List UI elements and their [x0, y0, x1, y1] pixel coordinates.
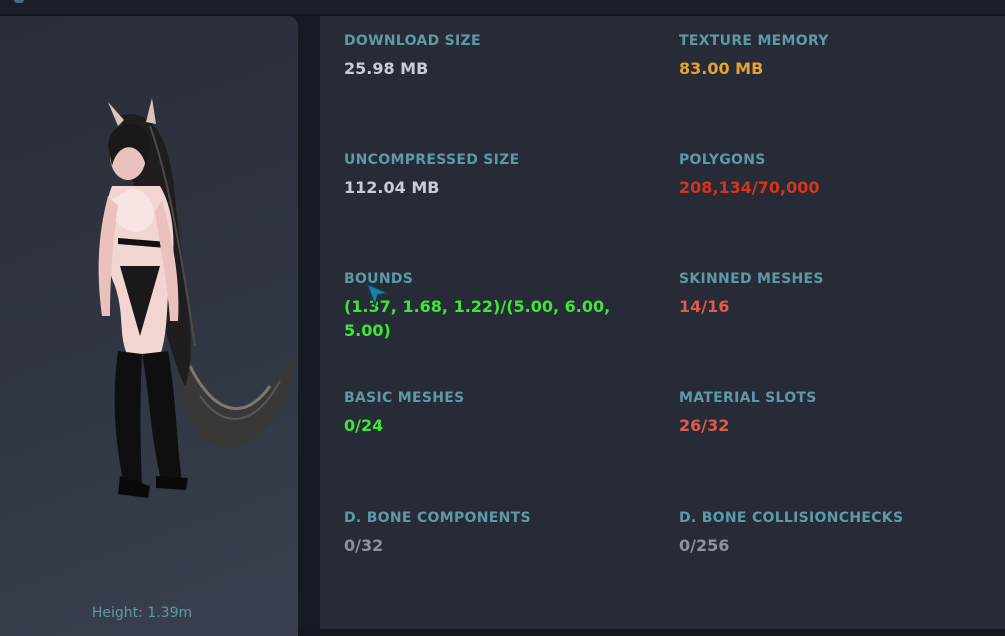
stat-value: 14/16	[679, 297, 730, 316]
stat-label: TEXTURE MEMORY	[679, 33, 829, 49]
stat-value: 26/32	[679, 416, 730, 435]
stat-skinned-meshes: SKINNED MESHES 14/16	[679, 271, 979, 319]
stat-value: 0/256	[679, 536, 730, 555]
stat-polygons: POLYGONS 208,134/70,000	[679, 152, 979, 200]
avatar-preview	[98, 98, 295, 498]
stat-dbone-collisionchecks: D. BONE COLLISIONCHECKS 0/256	[679, 510, 979, 558]
stat-label: D. BONE COMPONENTS	[344, 510, 531, 526]
stat-label: UNCOMPRESSED SIZE	[344, 152, 520, 168]
stat-value: 208,134/70,000	[679, 178, 820, 197]
stat-value: 112.04 MB	[344, 178, 440, 197]
stat-label: BASIC MESHES	[344, 390, 465, 406]
stat-value: 0/32	[344, 536, 384, 555]
stat-label: POLYGONS	[679, 152, 766, 168]
stat-label: MATERIAL SLOTS	[679, 390, 817, 406]
stat-value: 0/24	[344, 416, 384, 435]
stat-value: 25.98 MB	[344, 59, 429, 78]
stat-label: DOWNLOAD SIZE	[344, 33, 481, 49]
stat-basic-meshes: BASIC MESHES 0/24	[344, 390, 644, 438]
stat-download-size: DOWNLOAD SIZE 25.98 MB	[344, 33, 644, 81]
stat-value: 83.00 MB	[679, 59, 764, 78]
stat-texture-memory: TEXTURE MEMORY 83.00 MB	[679, 33, 979, 81]
mouse-cursor-icon	[365, 282, 391, 308]
stat-label: D. BONE COLLISIONCHECKS	[679, 510, 904, 526]
avatar-preview-panel[interactable]: Height: 1.39m	[0, 16, 298, 636]
stat-uncompressed-size: UNCOMPRESSED SIZE 112.04 MB	[344, 152, 644, 200]
stat-dbone-components: D. BONE COMPONENTS 0/32	[344, 510, 644, 558]
stat-label: SKINNED MESHES	[679, 271, 824, 287]
stat-material-slots: MATERIAL SLOTS 26/32	[679, 390, 979, 438]
panel-divider	[298, 16, 320, 629]
avatar-height-label: Height: 1.39m	[91, 605, 193, 621]
top-bar-accent	[14, 0, 24, 3]
avatar-stats-panel: DOWNLOAD SIZE 25.98 MB TEXTURE MEMORY 83…	[320, 16, 1005, 629]
top-bar	[0, 0, 1005, 14]
